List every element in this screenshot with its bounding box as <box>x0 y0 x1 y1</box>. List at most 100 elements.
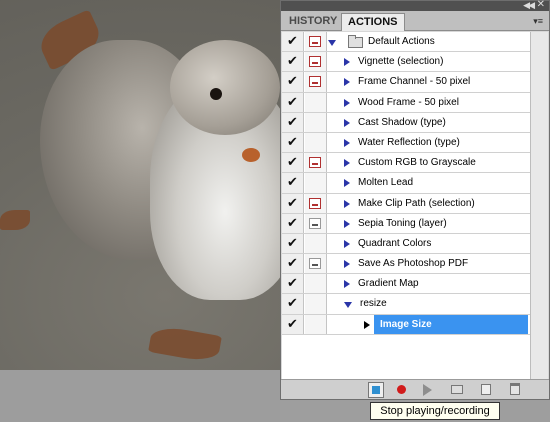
action-row[interactable]: ✔ Quadrant Colors <box>282 233 530 255</box>
tab-actions[interactable]: ACTIONS <box>341 13 405 31</box>
expand-down-icon[interactable] <box>344 302 352 309</box>
action-label: Save As Photoshop PDF <box>358 258 469 270</box>
expand-right-icon[interactable] <box>344 78 350 87</box>
expand-down-icon[interactable] <box>328 40 336 46</box>
expand-right-icon[interactable] <box>344 199 350 208</box>
toggle-dialog-cell[interactable] <box>305 112 327 132</box>
toggle-dialog-cell[interactable] <box>305 274 327 294</box>
checkmark-icon: ✔ <box>287 73 298 89</box>
checkmark-icon: ✔ <box>287 214 298 230</box>
expand-right-icon[interactable] <box>344 179 350 188</box>
action-row[interactable]: ✔ Vignette (selection) <box>282 52 530 73</box>
action-row[interactable]: ✔ Wood Frame - 50 pixel <box>282 92 530 113</box>
action-row[interactable]: ✔ Make Clip Path (selection) <box>282 193 530 214</box>
action-label: Vignette (selection) <box>358 56 444 68</box>
expand-right-icon[interactable] <box>344 260 350 269</box>
toggle-item-checkbox[interactable]: ✔ <box>282 132 304 153</box>
toggle-item-checkbox[interactable]: ✔ <box>282 72 304 92</box>
action-row[interactable]: ✔ Frame Channel - 50 pixel <box>282 72 530 93</box>
panel-tabbar: HISTORY ACTIONS ▾≡ <box>281 11 549 31</box>
action-row[interactable]: ✔ Custom RGB to Grayscale <box>282 153 530 174</box>
toggle-dialog-cell[interactable] <box>305 254 327 274</box>
toggle-dialog-cell[interactable] <box>305 213 327 233</box>
action-row[interactable]: ✔ Molten Lead <box>282 173 530 194</box>
actions-panel: ◀◀ ✕ HISTORY ACTIONS ▾≡ ✔ Default Actions… <box>280 0 550 400</box>
expand-right-icon[interactable] <box>344 58 350 67</box>
toggle-item-checkbox[interactable]: ✔ <box>282 92 304 112</box>
action-label: Make Clip Path (selection) <box>358 197 475 209</box>
toggle-dialog-cell[interactable] <box>305 294 327 314</box>
action-label: Water Reflection (type) <box>358 136 460 148</box>
close-icon[interactable]: ✕ <box>537 0 545 11</box>
toggle-item-checkbox[interactable]: ✔ <box>282 274 304 294</box>
record-button[interactable] <box>395 383 409 397</box>
action-label: Image Size <box>374 314 528 334</box>
toggle-dialog-cell[interactable] <box>305 314 327 334</box>
new-set-button[interactable] <box>451 385 463 394</box>
toggle-item-checkbox[interactable]: ✔ <box>282 173 304 193</box>
dialog-icon <box>309 217 321 229</box>
toggle-item-checkbox[interactable]: ✔ <box>282 294 304 314</box>
toggle-item-checkbox[interactable]: ✔ <box>282 52 304 72</box>
checkmark-icon: ✔ <box>287 315 298 331</box>
actions-list: ✔ Default Actions ✔ Vignette (selection) ✔ Fr… <box>282 32 530 380</box>
expand-right-icon[interactable] <box>344 159 350 168</box>
toggle-item-checkbox[interactable]: ✔ <box>282 314 304 334</box>
toggle-item-checkbox[interactable]: ✔ <box>282 153 304 173</box>
toggle-item-checkbox[interactable]: ✔ <box>282 32 304 52</box>
toggle-dialog-cell[interactable] <box>305 173 327 193</box>
toggle-item-checkbox[interactable]: ✔ <box>282 254 304 274</box>
toggle-dialog-cell[interactable] <box>305 52 327 72</box>
expand-right-icon[interactable] <box>344 239 350 248</box>
toggle-dialog-cell[interactable] <box>305 153 327 173</box>
new-action-button[interactable] <box>481 384 491 395</box>
action-label: Frame Channel - 50 pixel <box>358 76 471 88</box>
checkmark-icon: ✔ <box>287 93 298 109</box>
actions-toolbar <box>281 379 549 399</box>
toggle-dialog-cell[interactable] <box>305 193 327 213</box>
play-button[interactable] <box>423 384 432 396</box>
panel-menu-icon[interactable]: ▾≡ <box>533 16 543 27</box>
action-step-row[interactable]: ✔ Image Size <box>282 314 530 335</box>
checkmark-icon: ✔ <box>287 255 298 271</box>
action-row[interactable]: ✔ Sepia Toning (layer) <box>282 213 530 234</box>
checkmark-icon: ✔ <box>287 275 298 291</box>
action-label: Custom RGB to Grayscale <box>358 157 476 169</box>
action-label: Sepia Toning (layer) <box>358 217 447 229</box>
checkmark-icon: ✔ <box>287 33 298 48</box>
toggle-dialog-cell[interactable] <box>305 72 327 92</box>
toggle-dialog-cell[interactable] <box>305 132 327 153</box>
action-row[interactable]: ✔ Water Reflection (type) <box>282 132 530 154</box>
dialog-icon <box>309 76 321 88</box>
action-label: Default Actions <box>368 36 435 47</box>
dialog-icon <box>309 258 321 270</box>
toggle-item-checkbox[interactable]: ✔ <box>282 112 304 132</box>
action-set-row[interactable]: ✔ Default Actions <box>282 32 530 53</box>
toggle-item-checkbox[interactable]: ✔ <box>282 233 304 254</box>
action-row[interactable]: ✔ Cast Shadow (type) <box>282 112 530 133</box>
expand-right-icon[interactable] <box>344 118 350 127</box>
canvas-backdrop <box>0 370 280 422</box>
action-row[interactable]: ✔ Save As Photoshop PDF <box>282 254 530 275</box>
stop-button[interactable] <box>368 382 384 398</box>
expand-right-icon[interactable] <box>344 98 350 107</box>
tab-history[interactable]: HISTORY <box>283 13 343 31</box>
tooltip: Stop playing/recording <box>370 402 500 420</box>
expand-right-icon[interactable] <box>344 280 350 289</box>
expand-right-icon[interactable] <box>344 219 350 228</box>
toggle-item-checkbox[interactable]: ✔ <box>282 213 304 233</box>
delete-button[interactable] <box>510 383 520 395</box>
expand-right-icon[interactable] <box>364 320 370 329</box>
toggle-item-checkbox[interactable]: ✔ <box>282 193 304 213</box>
action-row[interactable]: ✔ resize <box>282 294 530 315</box>
toggle-dialog-cell[interactable] <box>305 32 327 52</box>
collapse-icon[interactable]: ◀◀ <box>523 0 535 11</box>
action-label: Molten Lead <box>358 177 414 189</box>
scrollbar[interactable] <box>530 32 548 380</box>
toggle-dialog-cell[interactable] <box>305 233 327 254</box>
dialog-icon <box>309 197 321 209</box>
checkmark-icon: ✔ <box>287 194 298 210</box>
action-row[interactable]: ✔ Gradient Map <box>282 274 530 295</box>
toggle-dialog-cell[interactable] <box>305 92 327 112</box>
expand-right-icon[interactable] <box>344 138 350 147</box>
